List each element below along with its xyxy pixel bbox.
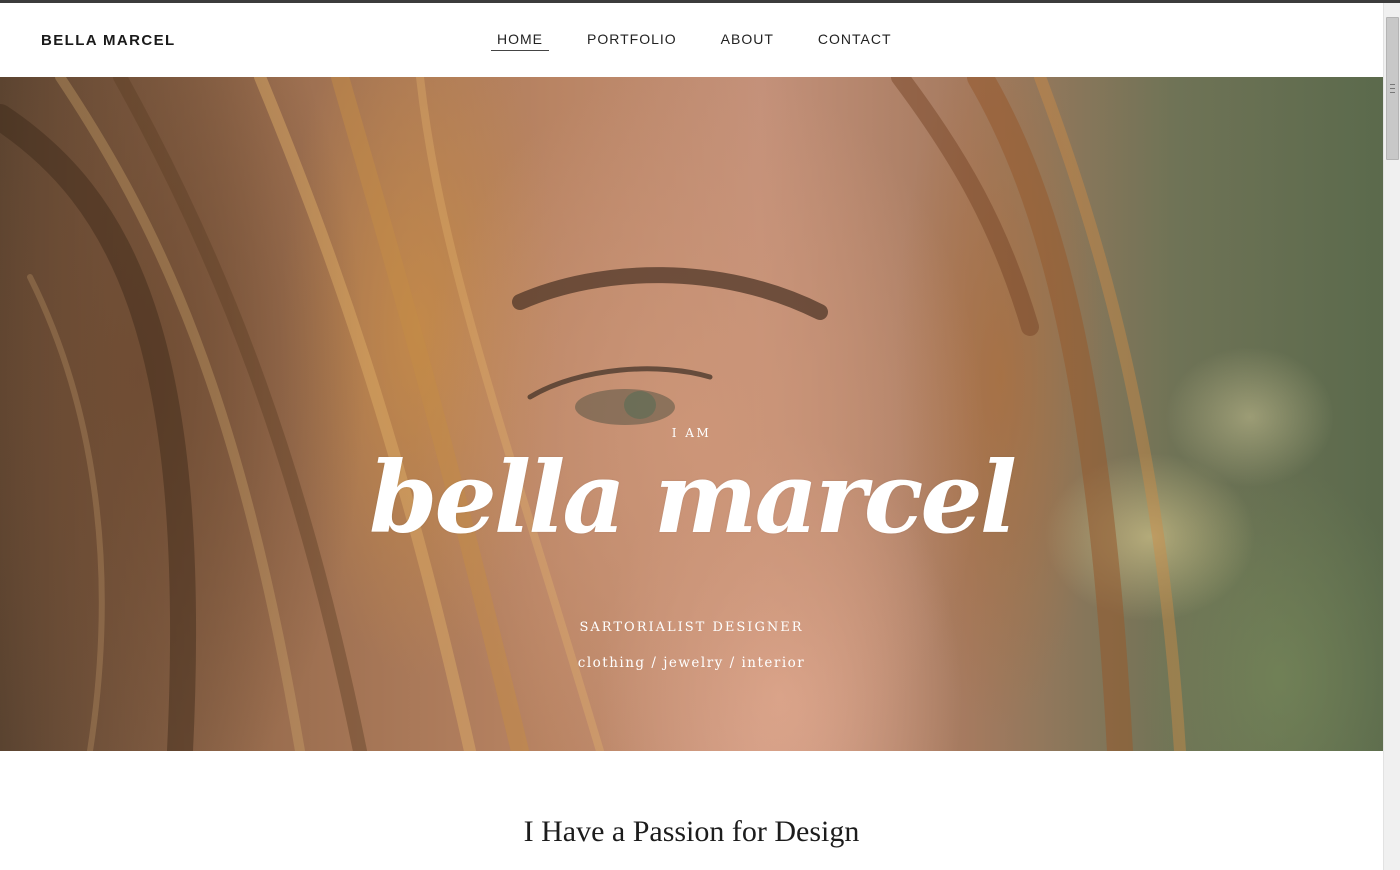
main-nav: HOME PORTFOLIO ABOUT CONTACT [491,31,930,51]
nav-item-home[interactable]: HOME [491,31,549,51]
hero-role: SARTORIALIST DESIGNER [579,620,804,635]
section-heading: I Have a Passion for Design [523,815,860,848]
hero-banner: I AM bella marcel SARTORIALIST DESIGNER … [0,77,1383,751]
nav-item-contact[interactable]: CONTACT [812,31,898,50]
hero-disciplines: clothing / jewelry / interior [577,655,806,671]
nav-item-portfolio[interactable]: PORTFOLIO [581,31,683,50]
nav-item-about[interactable]: ABOUT [715,31,780,50]
scrollbar-grip-icon [1390,84,1395,93]
hero-script-name: bella marcel [368,441,1017,556]
page: BELLA MARCEL HOME PORTFOLIO ABOUT CONTAC… [0,0,1400,870]
site-header: BELLA MARCEL HOME PORTFOLIO ABOUT CONTAC… [0,3,1383,77]
scrollbar-thumb[interactable] [1386,17,1399,160]
hero-content: I AM bella marcel SARTORIALIST DESIGNER … [0,77,1383,751]
site-logo-link[interactable]: BELLA MARCEL [41,32,176,49]
vertical-scrollbar[interactable] [1383,3,1400,870]
hero-eyebrow: I AM [671,426,712,440]
